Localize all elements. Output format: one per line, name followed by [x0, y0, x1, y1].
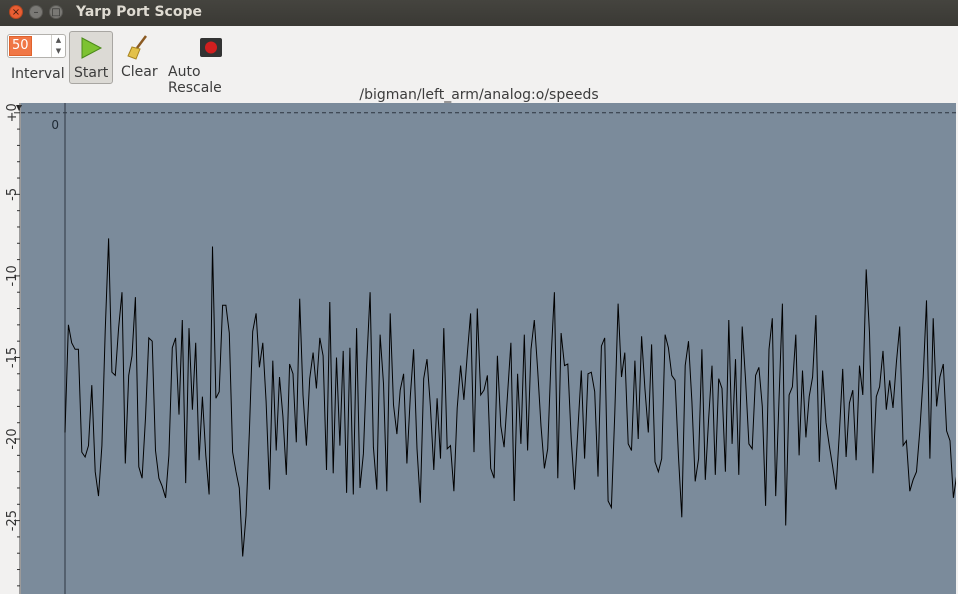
spin-down-icon[interactable]: ▼ [52, 46, 65, 57]
start-label: Start [74, 65, 109, 81]
maximize-window-button[interactable]: □ [49, 5, 63, 19]
plot-canvas [21, 103, 956, 594]
title-bar: × – □ Yarp Port Scope [0, 0, 958, 26]
plot-title: /bigman/left_arm/analog:o/speeds [359, 87, 599, 103]
y-tick-label: -20 [5, 428, 20, 449]
x-tick-label: 0 [51, 118, 59, 132]
clear-button[interactable]: Clear [117, 31, 161, 84]
y-tick-label: -15 [5, 347, 20, 368]
spin-up-icon[interactable]: ▲ [52, 35, 65, 46]
broom-icon [127, 35, 147, 60]
speeds-chart: +0 -5 -10 -15 -20 -25 0 [2, 103, 956, 594]
window-title: Yarp Port Scope [76, 4, 202, 20]
play-icon [81, 37, 103, 59]
y-tick-label: -5 [5, 188, 20, 201]
interval-spinbox[interactable]: 50 ▲ ▼ [7, 34, 66, 58]
interval-value[interactable]: 50 [9, 36, 32, 56]
auto-rescale-button[interactable]: Auto Rescale [166, 31, 258, 96]
minimize-window-button[interactable]: – [29, 5, 43, 19]
y-tick-label: -25 [5, 510, 20, 531]
record-icon [200, 38, 222, 57]
y-tick-label: -10 [5, 265, 20, 286]
close-window-button[interactable]: × [9, 5, 23, 19]
y-tick-label: +0 [5, 103, 20, 122]
clear-label: Clear [121, 64, 158, 80]
interval-label: Interval [11, 66, 65, 82]
start-button[interactable]: Start [69, 31, 113, 84]
plot-area: +0 -5 -10 -15 -20 -25 0 [2, 103, 956, 594]
